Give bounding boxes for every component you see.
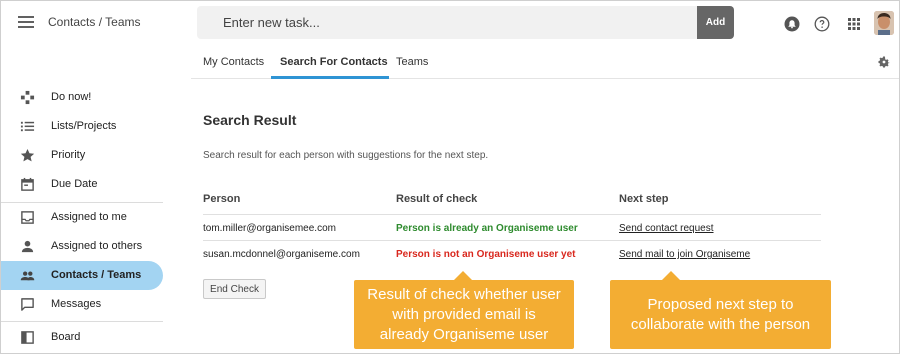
callout-arrow <box>454 271 472 280</box>
callout-line: with provided email is <box>392 306 536 323</box>
send-join-mail-link[interactable]: Send mail to join Organiseme <box>619 249 750 260</box>
page-description: Search result for each person with sugge… <box>203 150 489 161</box>
sidebar-item-label: Priority <box>51 149 86 161</box>
calendar-icon <box>21 177 34 191</box>
sidebar-item-messages[interactable]: Messages <box>1 290 163 319</box>
sidebar-item-assigned-to-me[interactable]: Assigned to me <box>1 203 163 232</box>
callout-arrow <box>662 271 680 280</box>
end-check-button[interactable]: End Check <box>203 279 266 299</box>
user-avatar[interactable] <box>874 11 894 35</box>
add-task-button[interactable]: Add <box>697 6 734 39</box>
sidebar-item-label: Board <box>51 331 81 343</box>
apps-grid-icon[interactable] <box>846 16 862 32</box>
message-icon <box>21 298 34 311</box>
person-icon <box>21 240 34 253</box>
column-header-next-step: Next step <box>619 193 669 205</box>
inbox-icon <box>21 211 34 224</box>
sidebar-item-label: Assigned to others <box>51 240 143 252</box>
sidebar-item-label: Assigned to me <box>51 211 127 223</box>
callout-line: Result of check whether user <box>367 286 561 303</box>
sidebar-item-label: Due Date <box>51 178 98 190</box>
check-result-success: Person is already an Organiseme user <box>396 223 578 234</box>
column-header-person: Person <box>203 193 241 205</box>
sidebar-item-assigned-to-others[interactable]: Assigned to others <box>1 232 163 261</box>
app-title: Contacts / Teams <box>48 15 141 29</box>
page-title: Search Result <box>203 112 297 128</box>
board-icon <box>21 331 34 344</box>
person-email: susan.mcdonnel@organiseme.com <box>203 249 360 260</box>
tab-bar: My Contacts Search For Contacts Teams <box>191 45 899 79</box>
sidebar-item-label: Messages <box>51 298 102 310</box>
sidebar-item-do-now[interactable]: Do now! <box>1 83 163 112</box>
callout-next-step: Proposed next step to collaborate with t… <box>610 271 831 349</box>
column-header-result: Result of check <box>396 193 478 205</box>
callout-line: collaborate with the person <box>630 316 811 333</box>
callout-result-of-check: Result of check whether user with provid… <box>354 271 574 349</box>
new-task-input[interactable] <box>197 6 697 39</box>
help-icon[interactable] <box>814 16 830 32</box>
sidebar-item-contacts-teams[interactable]: Contacts / Teams <box>1 261 163 290</box>
star-icon <box>20 148 35 162</box>
tab-my-contacts[interactable]: My Contacts <box>201 45 266 79</box>
sidebar-item-label: Lists/Projects <box>51 120 117 132</box>
menu-icon[interactable] <box>18 16 34 28</box>
sidebar-item-board[interactable]: Board <box>1 323 163 352</box>
callout-line: already Organiseme user <box>379 326 549 343</box>
app-window: Contacts / Teams Add <box>0 0 900 354</box>
list-icon <box>20 121 35 132</box>
sidebar-item-priority[interactable]: Priority <box>1 141 163 170</box>
send-contact-request-link[interactable]: Send contact request <box>619 223 714 234</box>
top-bar: Contacts / Teams Add <box>1 1 899 45</box>
person-email: tom.miller@organisemee.com <box>203 223 336 234</box>
sidebar-item-lists-projects[interactable]: Lists/Projects <box>1 112 163 141</box>
tab-search-for-contacts[interactable]: Search For Contacts <box>278 45 390 79</box>
gamepad-icon <box>20 90 35 105</box>
notification-bell-icon[interactable] <box>784 16 800 32</box>
people-icon <box>20 271 35 281</box>
active-tab-indicator <box>271 76 389 79</box>
table-row: susan.mcdonnel@organiseme.com Person is … <box>203 241 821 267</box>
tab-teams[interactable]: Teams <box>394 45 430 79</box>
sidebar-item-label: Contacts / Teams <box>51 269 142 281</box>
gear-icon[interactable] <box>877 55 891 69</box>
sidebar-item-label: Do now! <box>51 91 92 103</box>
check-result-error: Person is not an Organiseme user yet <box>396 249 576 260</box>
table-header-row: Person Result of check Next step <box>203 187 821 215</box>
callout-line: Proposed next step to <box>647 296 794 313</box>
sidebar-divider <box>1 321 163 322</box>
sidebar-item-due-date[interactable]: Due Date <box>1 170 163 199</box>
table-row: tom.miller@organisemee.com Person is alr… <box>203 215 821 241</box>
